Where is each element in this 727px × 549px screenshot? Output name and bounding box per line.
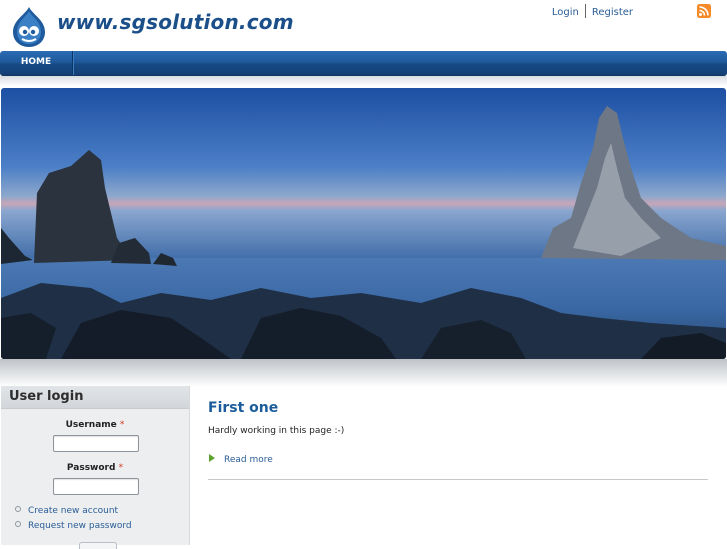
list-item: Create new account: [15, 506, 118, 516]
register-link[interactable]: Register: [592, 7, 633, 18]
list-item: Request new password: [15, 521, 132, 531]
read-more-link[interactable]: Read more: [209, 454, 273, 465]
read-more-label[interactable]: Read more: [224, 455, 273, 465]
site-header: www.sgsolution.com Login Register: [0, 0, 727, 50]
user-links: Login Register: [552, 4, 633, 18]
required-marker: *: [119, 420, 125, 430]
node-body-text: Hardly working in this page :-): [208, 426, 345, 436]
login-button[interactable]: [79, 542, 117, 549]
seascape-banner-image: [1, 88, 726, 359]
divider: [208, 479, 708, 480]
username-label-text: Username: [65, 420, 117, 430]
link-divider: [584, 4, 586, 18]
block-title: User login: [9, 389, 84, 404]
header-banner-image: [1, 88, 726, 359]
password-field[interactable]: [53, 478, 139, 495]
required-marker: *: [118, 463, 124, 473]
drupal-drop-icon[interactable]: [11, 6, 47, 48]
request-password-link[interactable]: Request new password: [28, 521, 132, 531]
username-field[interactable]: [53, 435, 139, 452]
login-link[interactable]: Login: [552, 7, 579, 18]
nav-item-home[interactable]: HOME: [0, 51, 73, 75]
sidebar-user-login-block: User login Username * Password * Create …: [1, 386, 190, 549]
block-title-bar: User login: [1, 386, 189, 409]
navbar-shadow: [0, 76, 727, 86]
create-account-link[interactable]: Create new account: [28, 506, 118, 516]
password-label-text: Password: [66, 463, 116, 473]
main-content: First one Hardly working in this page :-…: [208, 386, 708, 545]
banner-shadow: [0, 359, 727, 387]
bullet-icon: [15, 521, 21, 527]
rss-feed-icon[interactable]: [697, 4, 711, 18]
password-label: Password *: [1, 463, 189, 473]
node-title-link[interactable]: First one: [208, 400, 278, 416]
username-label: Username *: [1, 420, 189, 430]
primary-navbar: HOME: [0, 51, 727, 76]
site-name[interactable]: www.sgsolution.com: [57, 10, 294, 34]
arrow-right-icon: [209, 454, 215, 462]
bullet-icon: [15, 506, 21, 512]
